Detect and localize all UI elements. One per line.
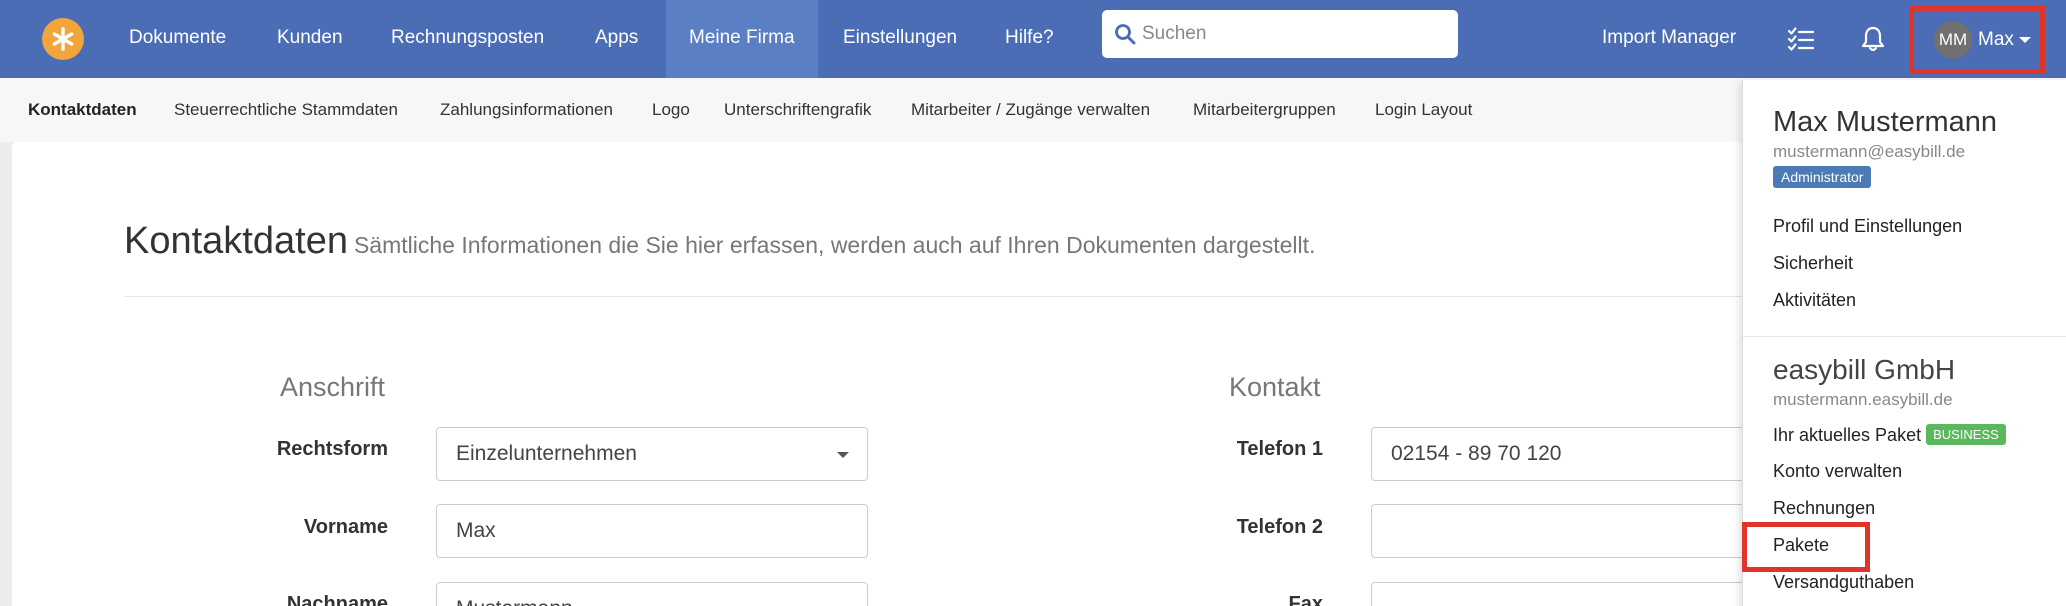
import-manager-link[interactable]: Import Manager [1602, 0, 1736, 78]
caret-down-icon [2018, 37, 2031, 43]
nav-item-rechnungsposten[interactable]: Rechnungsposten [368, 0, 567, 78]
title-divider [124, 296, 1812, 297]
rechtsform-select[interactable]: Einzelunternehmen [436, 427, 868, 481]
dropdown-divider [1743, 336, 2066, 337]
checklist-icon[interactable] [1786, 24, 1816, 54]
menu-item-aktivitaeten[interactable]: Aktivitäten [1773, 290, 1856, 311]
subnav-item-unterschriftengrafik[interactable]: Unterschriftengrafik [724, 78, 871, 142]
vorname-value: Max [456, 519, 496, 542]
menu-item-aktuelles-paket[interactable]: Ihr aktuelles Paket BUSINESS [1773, 424, 2006, 446]
dropdown-user-name: Max Mustermann [1773, 106, 1998, 138]
fax-field[interactable] [1371, 582, 1791, 606]
current-package-label: Ihr aktuelles Paket [1773, 425, 1922, 445]
rechtsform-value: Einzelunternehmen [456, 442, 637, 465]
telefon1-field[interactable]: 02154 - 89 70 120 [1371, 427, 1791, 481]
telefon2-label: Telefon 2 [1236, 516, 1323, 538]
asterisk-icon [52, 27, 74, 51]
subnav-item-zahlungsinformationen[interactable]: Zahlungsinformationen [440, 78, 613, 142]
top-navbar: Dokumente Kunden Rechnungsposten Apps Me… [0, 0, 2066, 78]
menu-item-profil-einstellungen[interactable]: Profil und Einstellungen [1773, 216, 1962, 237]
section-kontakt-heading: Kontakt [1229, 372, 1321, 402]
dropdown-user-email: mustermann@easybill.de [1773, 142, 1966, 161]
bell-icon[interactable] [1858, 24, 1888, 54]
chevron-down-icon [837, 452, 849, 458]
package-badge: BUSINESS [1926, 424, 2006, 445]
dropdown-company-domain: mustermann.easybill.de [1773, 390, 1953, 409]
nachname-label: Nachname [286, 593, 388, 606]
nav-item-meine-firma[interactable]: Meine Firma [666, 0, 818, 78]
user-menu-name: Max [1978, 29, 2014, 50]
page-subtitle: Sämtliche Informationen die Sie hier erf… [353, 232, 1316, 258]
pakete-highlight-box [1742, 522, 1870, 572]
telefon2-field[interactable] [1371, 504, 1791, 558]
easybill-logo-icon[interactable] [42, 18, 84, 60]
nav-item-einstellungen[interactable]: Einstellungen [820, 0, 980, 78]
user-menu-button[interactable]: MM Max [1909, 6, 2045, 74]
fax-label: Fax [1288, 593, 1323, 606]
nav-item-hilfe[interactable]: Hilfe? [982, 0, 1077, 78]
menu-item-sicherheit[interactable]: Sicherheit [1773, 253, 1853, 274]
role-badge: Administrator [1773, 166, 1872, 188]
telefon1-value: 02154 - 89 70 120 [1391, 442, 1562, 465]
search-icon [1115, 24, 1136, 45]
subnav-item-mitarbeiter-zugaenge[interactable]: Mitarbeiter / Zugänge verwalten [911, 78, 1150, 142]
nachname-value: Mustermann [456, 597, 573, 606]
page-title-row: Kontaktdaten Sämtliche Informationen die … [124, 220, 1315, 263]
vorname-label: Vorname [303, 516, 388, 538]
avatar: MM [1934, 21, 1972, 59]
menu-item-konto-verwalten[interactable]: Konto verwalten [1773, 461, 1902, 482]
search-input[interactable] [1142, 23, 1442, 45]
menu-item-versandguthaben[interactable]: Versandguthaben [1773, 572, 1914, 593]
dropdown-company-name: easybill GmbH [1773, 354, 1956, 385]
subnav-item-kontaktdaten[interactable]: Kontaktdaten [28, 78, 137, 142]
nav-item-apps[interactable]: Apps [572, 0, 661, 78]
nav-item-dokumente[interactable]: Dokumente [106, 0, 249, 78]
subnav-item-logo[interactable]: Logo [652, 78, 690, 142]
section-anschrift-heading: Anschrift [280, 372, 386, 402]
telefon1-label: Telefon 1 [1236, 438, 1323, 460]
page-title: Kontaktdaten [124, 220, 348, 262]
menu-item-rechnungen[interactable]: Rechnungen [1773, 498, 1875, 519]
rechtsform-label: Rechtsform [276, 438, 388, 460]
main-card: Kontaktdaten Sämtliche Informationen die … [12, 142, 1812, 606]
vorname-field[interactable]: Max [436, 504, 868, 558]
subnav-item-login-layout[interactable]: Login Layout [1375, 78, 1472, 142]
subnav-item-mitarbeitergruppen[interactable]: Mitarbeitergruppen [1193, 78, 1336, 142]
subnav-item-steuerrechtliche-stammdaten[interactable]: Steuerrechtliche Stammdaten [174, 78, 398, 142]
nachname-field[interactable]: Mustermann [436, 582, 868, 606]
search-box[interactable] [1102, 10, 1458, 58]
nav-item-kunden[interactable]: Kunden [254, 0, 366, 78]
